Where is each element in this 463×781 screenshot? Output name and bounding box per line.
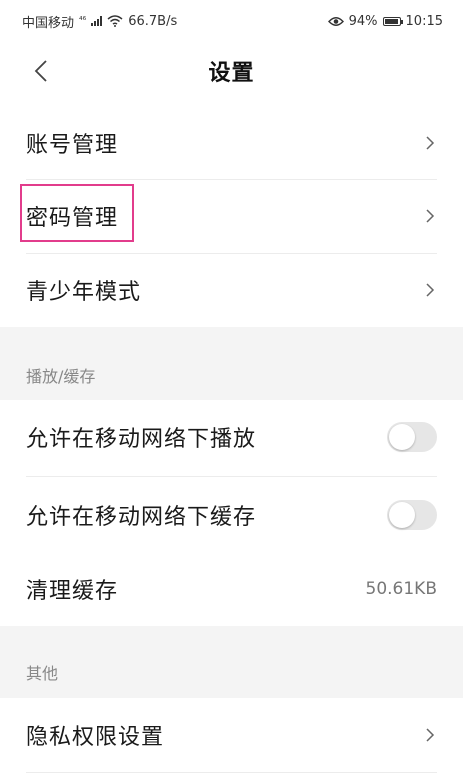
chevron-right-icon bbox=[423, 133, 437, 153]
eye-icon bbox=[327, 16, 344, 26]
row-label: 允许在移动网络下播放 bbox=[26, 427, 257, 452]
page-title: 设置 bbox=[208, 61, 255, 86]
section-title: 播放/缓存 bbox=[26, 366, 96, 386]
chevron-right-icon bbox=[423, 280, 437, 300]
row-label: 账号管理 bbox=[26, 133, 119, 158]
chevron-right-icon bbox=[423, 725, 437, 745]
toggle-knob bbox=[389, 424, 415, 450]
status-left: 中国移动 ⁴⁶ 66.7B/s bbox=[22, 12, 177, 31]
toggle-allow-play-mobile[interactable] bbox=[387, 422, 437, 452]
signal-icon bbox=[91, 16, 103, 26]
row-label: 隐私权限设置 bbox=[26, 725, 165, 750]
chevron-right-icon bbox=[423, 206, 437, 226]
row-privacy-settings[interactable]: 隐私权限设置 bbox=[0, 698, 463, 772]
row-label: 清理缓存 bbox=[26, 579, 119, 604]
row-clear-cache[interactable]: 清理缓存 50.61KB bbox=[0, 552, 463, 626]
carrier-name: 中国移动 bbox=[22, 15, 75, 31]
row-label: 密码管理 bbox=[26, 206, 119, 231]
toggle-knob bbox=[389, 502, 415, 528]
row-password-management[interactable]: 密码管理 bbox=[0, 179, 463, 253]
row-account-management[interactable]: 账号管理 bbox=[0, 106, 463, 180]
row-teen-mode[interactable]: 青少年模式 bbox=[0, 253, 463, 327]
network-type: ⁴⁶ bbox=[79, 16, 87, 26]
row-allow-play-mobile: 允许在移动网络下播放 bbox=[0, 400, 463, 474]
section-title: 其他 bbox=[26, 664, 59, 683]
nav-bar: 设置 bbox=[0, 42, 463, 100]
status-right: 94% 10:15 bbox=[327, 13, 443, 29]
cache-size: 50.61KB bbox=[365, 579, 437, 599]
chevron-left-icon bbox=[34, 60, 47, 82]
network-speed: 66.7B/s bbox=[128, 13, 178, 29]
section-header-playback: 播放/缓存 bbox=[0, 327, 463, 400]
row-allow-cache-mobile: 允许在移动网络下缓存 bbox=[0, 478, 463, 552]
wifi-icon bbox=[107, 15, 123, 27]
back-button[interactable] bbox=[28, 58, 54, 84]
status-bar: 中国移动 ⁴⁶ 66.7B/s 94% 10:15 bbox=[0, 0, 463, 42]
divider bbox=[26, 772, 437, 773]
clock: 10:15 bbox=[405, 13, 443, 29]
divider bbox=[26, 476, 437, 477]
section-header-other: 其他 bbox=[0, 626, 463, 698]
row-label: 允许在移动网络下缓存 bbox=[26, 505, 257, 530]
row-label: 青少年模式 bbox=[26, 280, 142, 305]
toggle-allow-cache-mobile[interactable] bbox=[387, 500, 437, 530]
battery-icon bbox=[382, 16, 403, 26]
battery-percent: 94% bbox=[348, 13, 378, 29]
